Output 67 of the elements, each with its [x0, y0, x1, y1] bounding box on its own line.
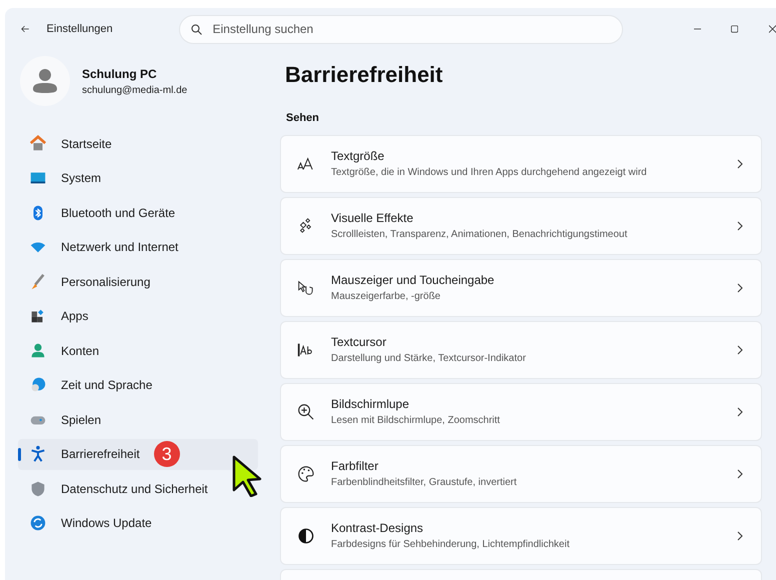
sidebar-item[interactable]: Datenschutz und Sicherheit [18, 473, 258, 504]
card-title: Textcursor [331, 334, 388, 351]
sidebar-item[interactable]: Windows Update [18, 508, 258, 538]
settings-card[interactable]: Bildschirmlupe Lesen mit Bildschirmlupe, Zoomschritt [280, 382, 762, 440]
card-subtitle: Lesen mit Bildschirmlupe, Zoomschritt [331, 414, 501, 428]
card-subtitle: Farbdesigns für Sehbehinderung, Lichtempfindlichkeit [331, 538, 570, 552]
chevron-icon [737, 344, 743, 354]
settings-card[interactable]: Farbfilter Farbenblindheitsfilter, Graustufe, invertiert [280, 444, 762, 502]
step-badge: 3 [154, 441, 180, 467]
sidebar-item[interactable]: Apps [18, 300, 258, 332]
cursor-icon [231, 455, 263, 497]
selection-indicator [18, 448, 21, 460]
search-field[interactable]: Einstellung suchen [178, 14, 623, 44]
card-title: Textgröße [331, 148, 386, 165]
settings-card[interactable]: Kontrast-Designs Farbdesigns für Sehbehinderung, Lichtempfindlichkeit [280, 506, 762, 564]
card-title: Visuelle Effekte [331, 210, 414, 227]
chevron-icon [737, 530, 743, 540]
text-size-icon [297, 154, 315, 172]
chevron-icon [737, 406, 743, 416]
card-title: Bildschirmlupe [331, 396, 410, 413]
person-icon [29, 342, 47, 360]
chevron-icon [737, 468, 743, 478]
card-title: Mauszeiger und Toucheingabe [331, 272, 496, 289]
chevron-icon [737, 220, 743, 230]
palette-icon [297, 464, 315, 482]
sidebar-item[interactable]: Startseite [18, 128, 258, 159]
chevron-icon [737, 158, 743, 168]
account-name: Schulung PC [82, 66, 158, 82]
accessibility-icon [29, 445, 47, 463]
card-subtitle: Mauszeigerfarbe, -größe [331, 290, 442, 304]
house-icon [29, 134, 47, 152]
search-icon [190, 24, 202, 34]
settings-card[interactable]: Mauszeiger und Toucheingabe Mauszeigerfarbe, -größe [280, 258, 762, 316]
card-subtitle: Textgröße, die in Windows und Ihren Apps durchgehend angezeigt wird [331, 166, 648, 180]
update-icon [29, 514, 47, 532]
card-subtitle: Scrollleisten, Transparenz, Animationen, Benachrichtigungstimeout [331, 228, 628, 242]
sidebar-item[interactable]: Konten [18, 335, 258, 366]
sidebar-item[interactable]: Barrierefreiheit 3 [18, 438, 258, 470]
maximize-icon[interactable] [730, 24, 738, 34]
sidebar-item[interactable]: Netzwerk und Internet [18, 232, 258, 262]
window-title: Einstellungen [46, 22, 113, 37]
card-title: Kontrast-Designs [331, 520, 424, 537]
shield-icon [29, 480, 47, 498]
page-title: Barrierefreiheit [285, 61, 444, 89]
sidebar-item[interactable]: Zeit und Sprache [18, 370, 258, 400]
globe-icon [29, 376, 47, 394]
card-subtitle: Farbenblindheitsfilter, Graustufe, invertiert [331, 476, 518, 490]
settings-card[interactable]: Textcursor Darstellung und Stärke, Textcursor-Indikator [280, 320, 762, 378]
back-icon[interactable] [21, 24, 30, 34]
sidebar-item[interactable]: Bluetooth und Geräte [18, 197, 258, 228]
pointer-icon [297, 278, 315, 296]
card-subtitle: Darstellung und Stärke, Textcursor-Indikator [331, 352, 527, 366]
settings-card[interactable]: Visuelle Effekte Scrollleisten, Transparenz, Animationen, Benachrichtigungstimeout [280, 196, 762, 254]
sidebar-item[interactable]: System [18, 162, 258, 194]
person-icon [33, 68, 57, 94]
zoom-in-icon [297, 402, 315, 420]
close-icon[interactable] [768, 24, 776, 34]
account-email: schulung@media-ml.de [82, 84, 188, 98]
chevron-icon [737, 282, 743, 292]
contrast-icon [297, 526, 315, 544]
sidebar-item[interactable]: Spielen [18, 404, 258, 435]
section-heading: Sehen [286, 111, 320, 126]
brush-icon [29, 272, 47, 290]
settings-card[interactable]: Textgröße Textgröße, die in Windows und Ihren Apps durchgehend angezeigt wird [280, 134, 762, 192]
text-cursor-icon [297, 340, 315, 358]
card-title: Farbfilter [331, 458, 380, 475]
sidebar-item[interactable]: Personalisierung [18, 266, 258, 297]
